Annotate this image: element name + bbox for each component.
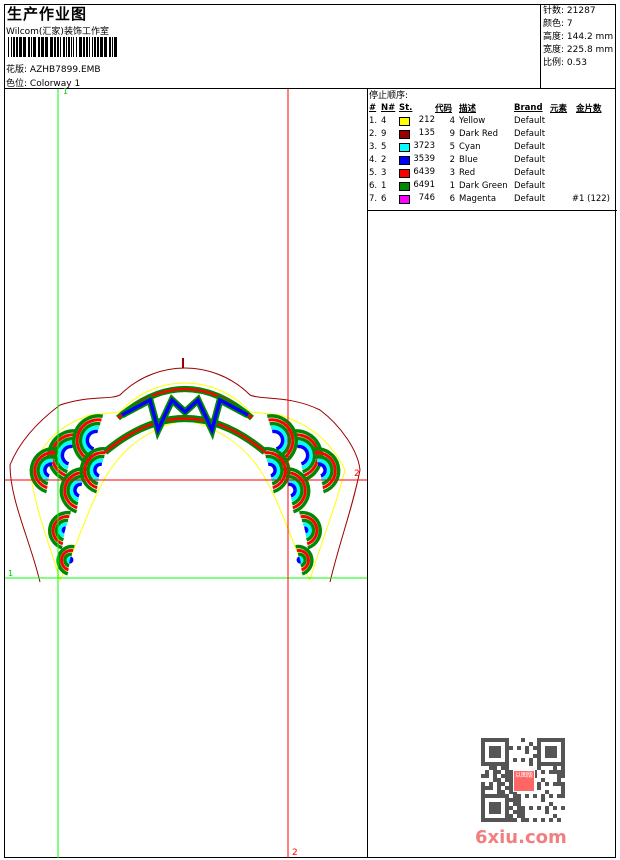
green-guide-v-label: 1: [63, 87, 69, 96]
qr-code: 以图版: [481, 738, 565, 822]
scale-arc: [85, 429, 99, 451]
red-guide-h-label: 2: [354, 469, 360, 479]
green-guide-h-label: 1: [8, 569, 14, 578]
seal-stamp: 以图版: [513, 770, 535, 792]
scale-arc: [61, 526, 66, 534]
arch-red: [104, 417, 266, 453]
scale-arc: [93, 462, 103, 478]
scale-arc: [304, 526, 309, 534]
watermark-site: 6xiu.com: [475, 827, 567, 848]
scale-arc: [60, 444, 74, 466]
scale-arc: [267, 462, 277, 478]
embroidery-design-canvas: [5, 89, 367, 858]
scale-arc: [296, 444, 310, 466]
scale-arc: [73, 482, 83, 498]
red-guide-v-label: 2: [292, 848, 298, 858]
scale-arc: [271, 429, 285, 451]
scale-arc: [287, 482, 297, 498]
